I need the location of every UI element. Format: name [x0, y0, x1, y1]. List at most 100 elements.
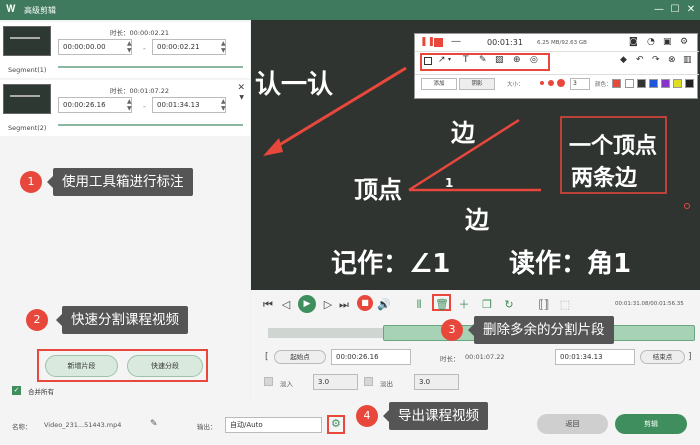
fade-in-input[interactable]: 3.0 [313, 374, 358, 390]
bracket-left-icon: [ [265, 352, 269, 362]
add-icon[interactable]: ＋ [457, 297, 471, 313]
color-swatch-blue[interactable] [649, 79, 658, 88]
toolbox-icon[interactable]: ▣ [663, 37, 672, 47]
maximize-icon[interactable]: ☐ [668, 3, 682, 17]
tab-shadow[interactable]: 阴影 [459, 78, 495, 90]
fade-in-label: 淡入 [280, 380, 293, 388]
record-time: 00:01:31 [487, 38, 523, 47]
play-button[interactable]: ▶ [298, 295, 316, 313]
segment-item-2[interactable]: Segment(2) 时长：00:01:07.22 00:00:26.16 ▲ ▼… [0, 80, 250, 136]
color-swatch-gray[interactable] [637, 79, 646, 88]
fade-out-input[interactable]: 3.0 [414, 374, 459, 390]
stop-record-icon[interactable] [434, 38, 443, 47]
chevron-down-icon[interactable]: ▾ [448, 56, 451, 63]
fit-icon[interactable]: ⟦⟧ [536, 297, 552, 313]
segment-start-stepper[interactable]: ▲ ▼ [127, 98, 133, 112]
color-swatch-white[interactable] [625, 79, 634, 88]
arrow-tool-icon[interactable]: ↗ [438, 55, 446, 65]
pause-icon[interactable]: ❚❚ [420, 37, 435, 47]
segment-name: Segment(2) [8, 124, 47, 132]
minus-icon[interactable]: — [451, 36, 461, 47]
segment-item-1[interactable]: Segment(1) 时长：00:00:02.21 00:00:00.00 ▲ ▼… [0, 22, 250, 78]
skip-start-icon[interactable]: ⏮ [262, 297, 274, 313]
segment-end-stepper[interactable]: ▲ ▼ [221, 98, 227, 112]
fade-out-checkbox[interactable] [364, 377, 373, 386]
merge-all-checkbox[interactable]: ✓ [12, 386, 21, 395]
segment-duration: 时长：00:01:07.22 [110, 87, 170, 95]
text-tool-icon[interactable]: T [463, 55, 469, 65]
start-time-input[interactable]: 00:00:26.16 [331, 349, 411, 365]
quick-split-button[interactable]: 快速分段 [127, 355, 203, 377]
skip-end-icon[interactable]: ⏭ [338, 297, 350, 313]
segment-thumbnail [3, 84, 51, 114]
crop-icon[interactable]: ⬚ [558, 297, 572, 313]
back-button[interactable]: 返回 [537, 414, 608, 434]
dot-large-icon[interactable] [557, 79, 565, 87]
redo-icon[interactable]: ↷ [652, 55, 660, 65]
file-size-readout: 6.25 MB/92.63 GB [537, 40, 587, 46]
segment-start-input[interactable]: 00:00:00.00 [58, 39, 132, 55]
trash-icon[interactable]: ▥ [683, 55, 692, 65]
edit-name-icon[interactable]: ✎ [150, 419, 158, 429]
output-path-input[interactable]: 自动/Auto [225, 417, 322, 433]
highlight-tool-icon[interactable]: ◎ [530, 55, 538, 65]
copy-icon[interactable]: ❐ [480, 297, 494, 313]
color-swatch-black[interactable] [685, 79, 694, 88]
time-readout: 00:01:31.08/00:01:56.35 [615, 301, 684, 307]
end-point-button[interactable]: 结束点 [640, 350, 685, 364]
step-forward-icon[interactable]: ▷ [322, 297, 334, 313]
chalk-angle-one: 1 [445, 176, 454, 190]
image-tool-icon[interactable]: ▨ [495, 55, 504, 65]
add-segment-button[interactable]: 新增片段 [45, 355, 118, 377]
minimize-icon[interactable]: — [652, 3, 666, 17]
close-icon[interactable]: ✕ [684, 3, 698, 17]
file-name: Video_231...51443.mp4 [44, 421, 122, 429]
refresh-icon[interactable]: ↻ [502, 297, 516, 313]
settings-icon[interactable]: ⚙ [680, 37, 688, 47]
clock-icon[interactable]: ◔ [647, 37, 655, 47]
segment-start-input[interactable]: 00:00:26.16 [58, 97, 132, 113]
range-dash: - [143, 102, 146, 111]
segment-range-bar [58, 124, 243, 126]
callout-2-badge: 2 [26, 309, 48, 331]
eraser-icon[interactable]: ◆ [620, 55, 627, 65]
stop-button[interactable]: ■ [357, 295, 373, 311]
start-point-button[interactable]: 起始点 [274, 350, 326, 364]
callout-1-text: 使用工具箱进行标注 [47, 168, 193, 196]
chalk-notation: 记作：∠1 [331, 249, 451, 279]
step-back-icon[interactable]: ◁ [280, 297, 292, 313]
fade-in-checkbox[interactable] [264, 377, 273, 386]
delete-segment-button[interactable]: 🗑 [435, 297, 449, 313]
size-input[interactable]: 3 [570, 78, 590, 90]
segment-end-input[interactable]: 00:01:34.13 [152, 97, 226, 113]
cut-button[interactable]: 剪辑 [615, 414, 687, 434]
color-swatch-red[interactable] [612, 79, 621, 88]
output-label: 输出： [197, 423, 217, 431]
segment-start-stepper[interactable]: ▲ ▼ [127, 40, 133, 54]
color-swatch-purple[interactable] [661, 79, 670, 88]
undo-icon[interactable]: ↶ [636, 55, 644, 65]
chevron-down-icon[interactable]: ▼ [239, 94, 244, 101]
tab-add[interactable]: 添加 [421, 78, 457, 90]
chalk-edge-bottom: 边 [465, 206, 489, 234]
clear-icon[interactable]: ⊗ [668, 55, 676, 65]
color-swatch-yellow[interactable] [673, 79, 682, 88]
dot-small-icon[interactable] [540, 81, 544, 85]
segment-end-input[interactable]: 00:00:02.21 [152, 39, 226, 55]
zoom-tool-icon[interactable]: ⊕ [513, 55, 521, 65]
segment-thumbnail [3, 26, 51, 56]
app-logo-icon: 𝐖 [6, 4, 16, 15]
pen-tool-icon[interactable]: ✎ [479, 55, 487, 65]
chalk-edge-top: 边 [451, 119, 475, 147]
rectangle-tool-icon[interactable] [424, 57, 432, 65]
volume-icon[interactable]: 🔊 [377, 297, 391, 313]
camera-icon[interactable]: ◙ [629, 37, 638, 47]
dot-medium-icon[interactable] [548, 80, 554, 86]
delete-segment-icon[interactable]: ✕ [237, 83, 245, 93]
fade-out-label: 淡出 [380, 380, 393, 388]
end-time-input[interactable]: 00:01:34.13 [555, 349, 635, 365]
segment-end-stepper[interactable]: ▲ ▼ [221, 40, 227, 54]
split-icon[interactable]: ⫴ [412, 297, 426, 313]
cursor-marker [684, 203, 690, 209]
output-settings-icon[interactable]: ⚙ [331, 417, 341, 430]
